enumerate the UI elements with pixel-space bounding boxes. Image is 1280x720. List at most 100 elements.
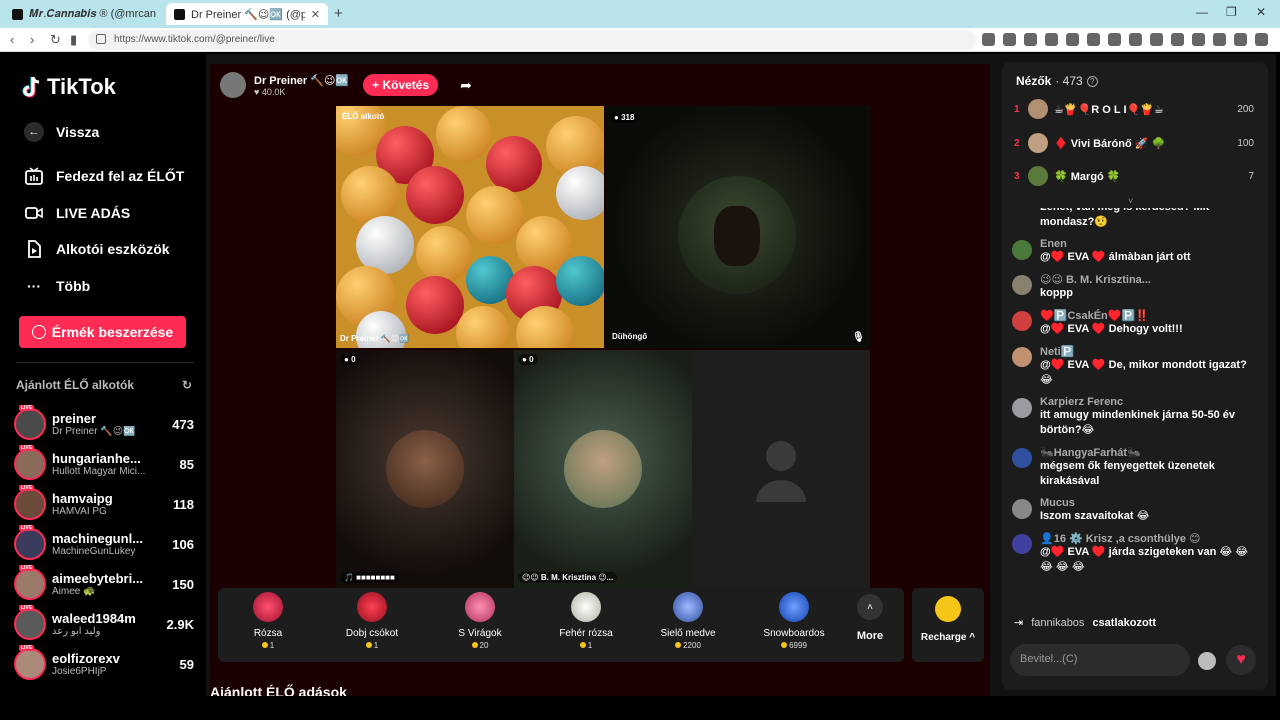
nav-creator-tools[interactable]: Alkotói eszközök: [24, 239, 170, 259]
help-icon[interactable]: ?: [1086, 75, 1098, 87]
gift-name: Snowboardos: [763, 628, 825, 639]
coin-icon: [31, 325, 46, 339]
extension-icon[interactable]: [1024, 33, 1037, 46]
chat-message: Lehet, van még is kérdésed? Mit mondasz?…: [1010, 208, 1260, 230]
top-viewer[interactable]: 3 🍀 Margó 🍀 7: [1014, 163, 1254, 189]
emoji-icon[interactable]: [1198, 652, 1216, 670]
chat-user[interactable]: Karpierz Ferenc: [1040, 396, 1260, 408]
chat-user[interactable]: Neti🅿️: [1040, 345, 1260, 358]
host-video-tile[interactable]: ÉLŐ alkotó Dr Preiner 🔨😉🆗: [336, 106, 604, 348]
recommended-creator[interactable]: LIVE hamvaipg HAMVAI PG 118: [14, 484, 194, 524]
extension-icon[interactable]: [1108, 33, 1121, 46]
chat-message: Neti🅿️ @♥️ EVA ♥️ De, mikor mondott igaz…: [1010, 345, 1260, 388]
recommended-creator[interactable]: LIVE machinegunl... MachineGunLukey 106: [14, 524, 194, 564]
nav-explore-live[interactable]: Fedezd fel az ÉLŐT: [24, 166, 184, 186]
extension-icon[interactable]: [1087, 33, 1100, 46]
chevron-down-icon[interactable]: ˅: [1128, 196, 1133, 206]
top-viewer[interactable]: 2 ♦️ Vivi Bárónő 🚀 🌳 100: [1014, 130, 1254, 156]
extension-icon[interactable]: [1045, 33, 1058, 46]
nav-go-live[interactable]: LIVE ADÁS: [24, 203, 130, 223]
close-tab-icon[interactable]: ✕: [311, 8, 320, 21]
refresh-icon[interactable]: ↻: [182, 378, 192, 392]
recommended-creator[interactable]: LIVE eolfizorexv Josie6PHIjP 59: [14, 644, 194, 684]
menu-icon[interactable]: [1255, 33, 1268, 46]
tile-name: 😉😉 B. M. Krisztina 😉...: [518, 572, 618, 583]
chat-user[interactable]: Enen: [1040, 238, 1260, 250]
tab-preiner[interactable]: Dr Preiner 🔨😉🆗 (@preiner ✕: [166, 3, 328, 25]
extension-icon[interactable]: [982, 33, 995, 46]
chat-input[interactable]: Bevitel...(C): [1010, 644, 1190, 676]
guest-video-tile[interactable]: ● 318 Dühöngő 🎙: [606, 106, 870, 348]
avatar[interactable]: [1012, 347, 1032, 367]
chat-user[interactable]: 🐜HangyaFarhát🐜: [1040, 446, 1260, 459]
recharge-button[interactable]: Recharge ^: [912, 588, 984, 662]
url-input[interactable]: https://www.tiktok.com/@preiner/live: [88, 30, 976, 50]
reload-icon[interactable]: ↻: [50, 32, 61, 48]
avatar[interactable]: [1012, 240, 1032, 260]
extension-icon[interactable]: [1234, 33, 1247, 46]
nav-more[interactable]: ··· Több: [24, 276, 90, 296]
chat-user[interactable]: Mucus: [1040, 497, 1260, 509]
extension-icon[interactable]: [1192, 33, 1205, 46]
creator-label: ÉLŐ alkotó: [342, 112, 385, 121]
chat-user[interactable]: ♥️🅿️CsakÉn♥️🅿️‼️: [1040, 309, 1260, 322]
avatar[interactable]: [1012, 448, 1032, 468]
share-icon[interactable]: ➦: [460, 77, 472, 94]
sidebar: TikTok ← Vissza Fedezd fel az ÉLŐT LIVE …: [4, 54, 206, 696]
site-info-icon[interactable]: [96, 34, 106, 44]
guest-video-tile[interactable]: ● 0 😉😉 B. M. Krisztina 😉...: [514, 350, 692, 588]
extension-icon[interactable]: [1003, 33, 1016, 46]
heart-icon[interactable]: ♥: [1226, 645, 1256, 675]
chat-user[interactable]: 👤16 ⚙️ Krisz ,a csonthülye 😊: [1040, 532, 1260, 545]
guest-video-tile[interactable]: ● 0 🎵 ■■■■■■■■: [336, 350, 514, 588]
avatar[interactable]: [1012, 275, 1032, 295]
avatar[interactable]: [1012, 499, 1032, 519]
bookmark-icon[interactable]: ▮: [70, 32, 77, 48]
count-text: 0: [351, 355, 356, 364]
gift-item[interactable]: Rózsa 1: [218, 592, 318, 650]
avatar[interactable]: [1012, 311, 1032, 331]
extension-icon[interactable]: [1066, 33, 1079, 46]
recommended-creator[interactable]: LIVE preiner Dr Preiner 🔨😉🆗 473: [14, 404, 194, 444]
forward-icon[interactable]: ›: [30, 32, 34, 47]
new-tab-icon[interactable]: +: [334, 5, 343, 22]
extension-icon[interactable]: [1150, 33, 1163, 46]
extension-icon[interactable]: [1171, 33, 1184, 46]
gift-item[interactable]: Dobj csókot 1: [322, 592, 422, 650]
avatar[interactable]: [1012, 398, 1032, 418]
tab-mrcannabis[interactable]: 𝑴𝒓.𝑪𝒂𝒏𝒏𝒂𝒃𝒊𝒔 ® (@mrcannabis: [4, 3, 164, 25]
tiktok-logo[interactable]: TikTok: [22, 74, 116, 100]
gift-item[interactable]: Fehér rózsa 1: [536, 592, 636, 650]
recommended-creator[interactable]: LIVE aimeebytebri... Aimee 🐢 150: [14, 564, 194, 604]
chat-user[interactable]: 😉😉 B. M. Krisztina...: [1040, 273, 1260, 286]
gift-price: 20: [430, 641, 530, 650]
recommended-creator[interactable]: LIVE waleed1984m وليد ابو رعد 2.9K: [14, 604, 194, 644]
recommended-creator[interactable]: LIVE hungarianhe... Hullott Magyar Mici..…: [14, 444, 194, 484]
back-link[interactable]: ← Vissza: [24, 122, 99, 142]
close-window-icon[interactable]: ✕: [1256, 5, 1266, 19]
creator-name: machinegunl...: [52, 531, 144, 546]
avatar: LIVE: [14, 525, 46, 560]
host-name[interactable]: Dr Preiner 🔨😉🆗: [254, 74, 349, 87]
follow-button[interactable]: + Követés: [363, 74, 439, 96]
join-user[interactable]: fannikabos: [1031, 617, 1084, 629]
top-viewer[interactable]: 1 ☕🍟🎈R O L I🎈🍟☕ 200: [1014, 96, 1254, 122]
empty-guest-slot[interactable]: [692, 350, 870, 588]
avatar[interactable]: [1012, 534, 1032, 554]
host-avatar[interactable]: [220, 72, 246, 98]
creator-subtitle: Josie6PHIjP: [52, 666, 107, 677]
gift-name: S Virágok: [458, 628, 502, 639]
gift-item[interactable]: Snowboardos 6999: [744, 592, 844, 650]
gift-item[interactable]: S Virágok 20: [430, 592, 530, 650]
get-coins-button[interactable]: Érmék beszerzése: [19, 316, 186, 348]
gift-item[interactable]: Sielő medve 2200: [638, 592, 738, 650]
download-icon[interactable]: [1129, 33, 1142, 46]
more-gifts-button[interactable]: ˄ More: [850, 594, 890, 642]
live-badge: LIVE: [19, 405, 35, 411]
minimize-icon[interactable]: —: [1196, 5, 1208, 19]
back-icon[interactable]: ‹: [10, 32, 14, 47]
extension-icon[interactable]: [1213, 33, 1226, 46]
restore-icon[interactable]: ❐: [1226, 5, 1237, 19]
chevron-up-icon: ˄: [857, 594, 883, 620]
price-text: 2200: [683, 641, 701, 650]
